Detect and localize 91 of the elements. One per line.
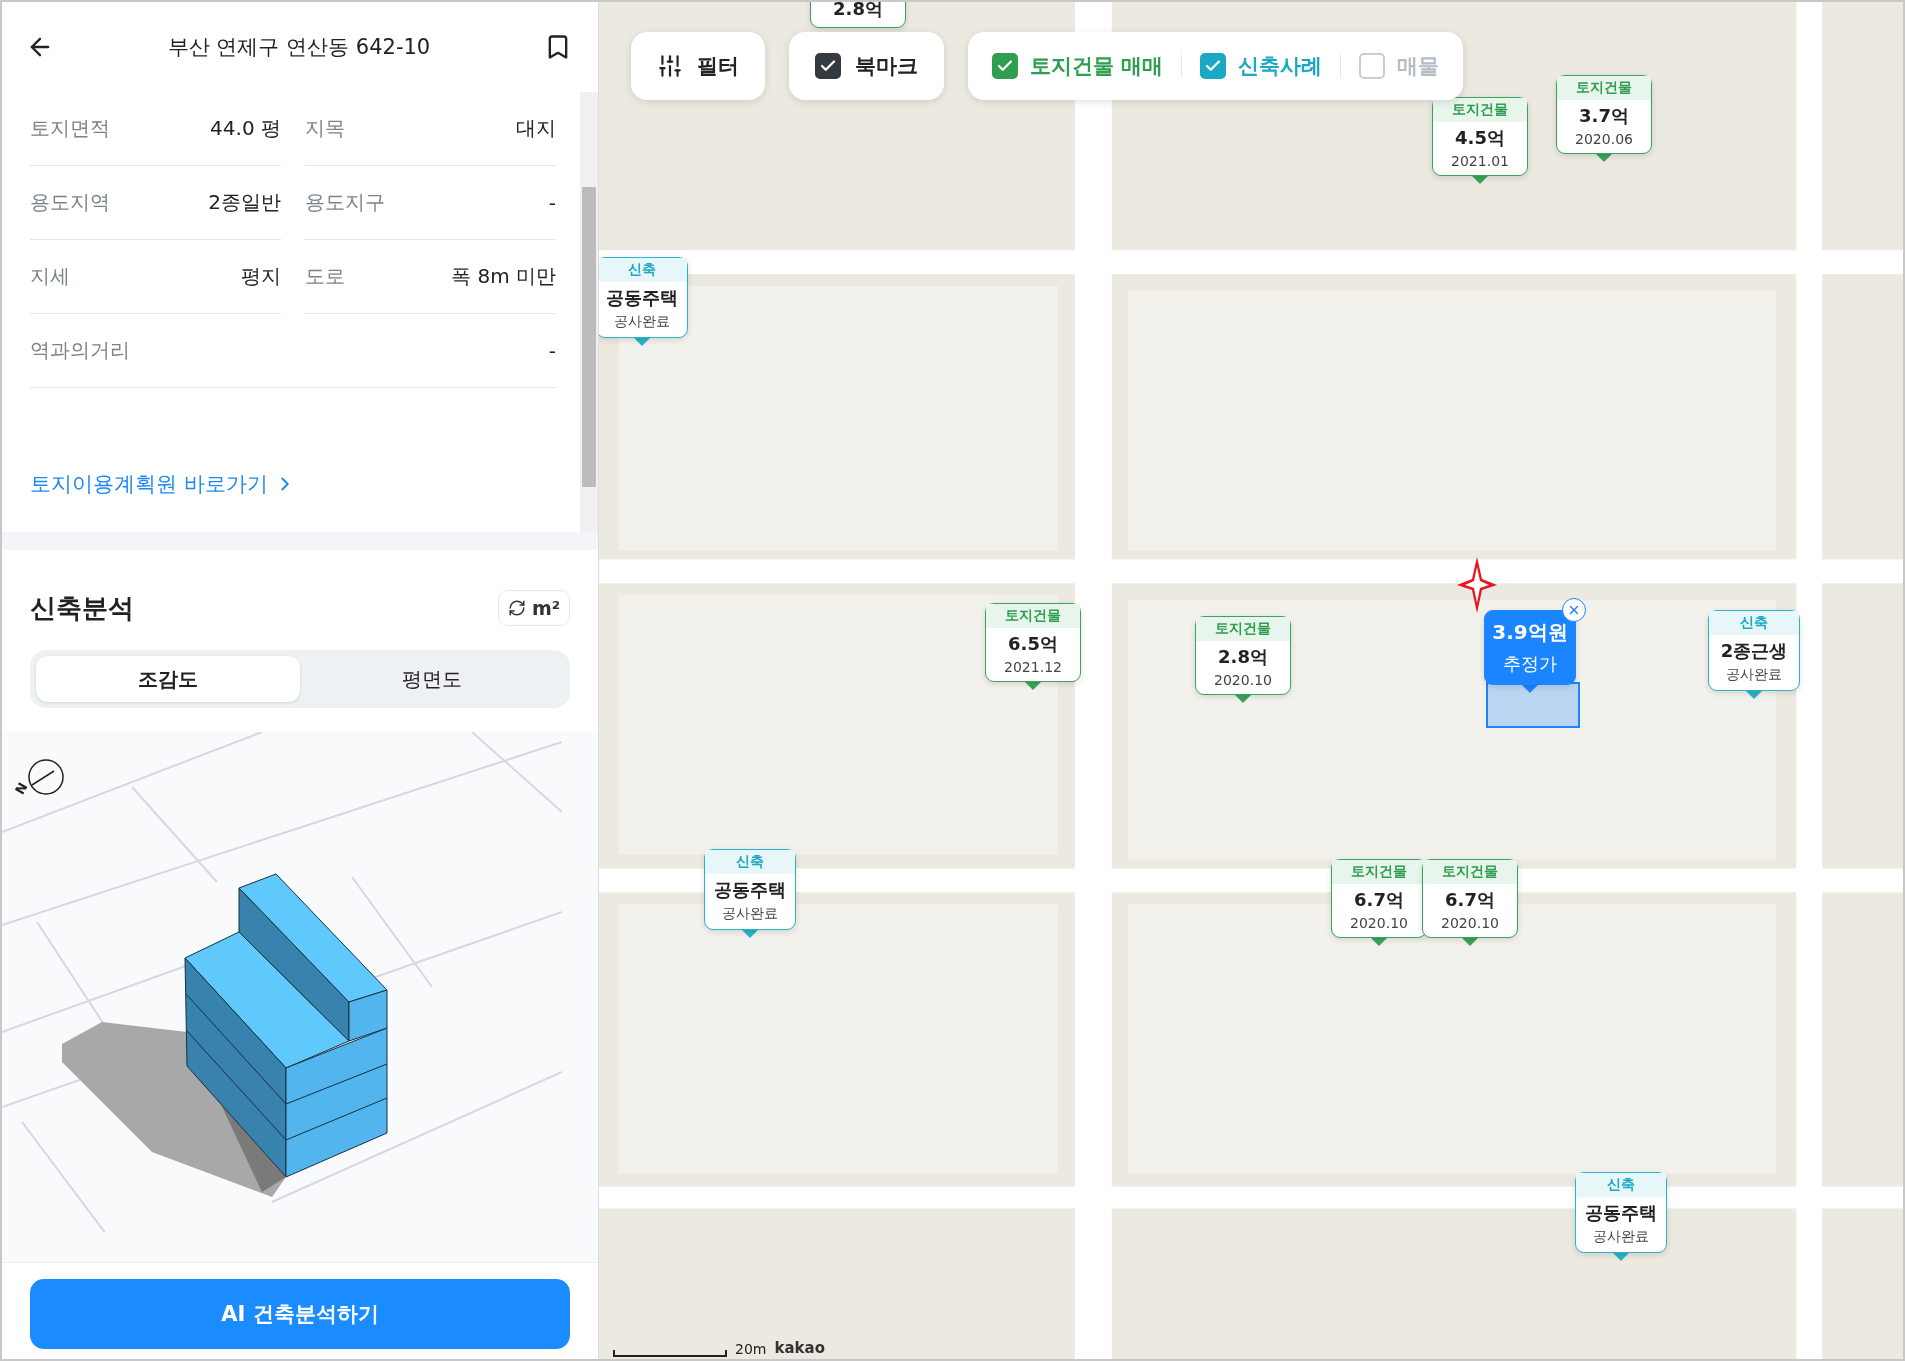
price-marker[interactable]: 토지건물 6.7억 2020.10 [1331, 859, 1427, 938]
marker-price: 2종근생 [1720, 639, 1788, 663]
marker-date: 공사완료 [614, 313, 670, 331]
info-value: 평지 [241, 263, 281, 290]
view-tab[interactable]: 조감도 [36, 656, 300, 702]
marker-price: 2.8억 [1218, 645, 1268, 669]
price-marker[interactable]: 신축 2종근생 공사완료 [1708, 610, 1800, 691]
marker-date: 2021.01 [1451, 153, 1509, 169]
marker-pointer [1745, 690, 1763, 699]
unit-toggle-button[interactable]: m² [497, 590, 570, 626]
marker-tag: 토지건물 [1423, 860, 1517, 884]
info-label: 지세 [30, 263, 70, 290]
close-icon [1567, 603, 1581, 617]
marker-date: 2020.10 [1214, 672, 1272, 688]
marker-price: 6.7억 [1354, 888, 1404, 912]
marker-price: 공동주택 [606, 286, 678, 310]
checkbox[interactable] [1200, 53, 1227, 79]
info-label: 용도지역 [30, 189, 110, 216]
info-value: - [548, 338, 556, 363]
price-marker[interactable]: 토지건물 6.7억 2020.10 [1422, 859, 1518, 938]
compass-label: N [12, 780, 31, 797]
marker-pointer [1521, 684, 1539, 693]
marker-price: 6.5억 [1008, 632, 1058, 656]
price-marker[interactable]: 신축 공동주택 공사완료 [599, 257, 688, 338]
marker-pointer [1612, 1252, 1630, 1261]
marker-price: 2.8억 [833, 2, 883, 21]
marker-pointer [633, 337, 651, 346]
refresh-icon [507, 599, 526, 617]
checkbox[interactable] [992, 53, 1018, 79]
marker-tag: 신축 [705, 850, 795, 874]
info-value: 폭 8m 미만 [451, 263, 556, 290]
filter-button[interactable]: 필터 [631, 32, 765, 100]
marker-date: 공사완료 [1726, 666, 1782, 684]
scale-label: 20m [735, 1341, 767, 1357]
marker-price: 4.5억 [1455, 126, 1505, 150]
marker-pointer [1461, 937, 1479, 946]
price-marker[interactable]: 토지건물 4.5억 2021.01 [1432, 97, 1528, 176]
marker-date: 2020.10 [1441, 915, 1499, 931]
price-marker[interactable]: 토지건물 2.8억 2020.10 [1195, 616, 1291, 695]
marker-pointer [1595, 153, 1613, 162]
marker-date: 공사완료 [722, 905, 778, 923]
scrollbar[interactable] [580, 92, 598, 532]
address-title: 부산 연제구 연산동 642-10 [167, 34, 431, 61]
price-marker[interactable]: 2.8억 [810, 2, 906, 28]
checkbox[interactable] [815, 53, 841, 79]
star-pin-icon [1457, 557, 1497, 613]
marker-date: 2020.10 [1350, 915, 1408, 931]
info-value: - [548, 190, 556, 215]
land-plan-link[interactable]: 토지이용계획원 바로가기 [30, 470, 580, 498]
marker-pointer [1234, 694, 1252, 703]
info-label: 역과의거리 [30, 337, 130, 364]
marker-price: 공동주택 [1585, 1201, 1657, 1225]
info-value: 대지 [516, 115, 556, 142]
estimate-label: 추정가 [1503, 652, 1557, 676]
sliders-icon [657, 53, 683, 79]
marker-tag: 신축 [1576, 1173, 1666, 1197]
marker-tag: 신축 [599, 258, 687, 282]
marker-date: 2021.12 [1004, 659, 1062, 675]
marker-date: 공사완료 [1593, 1228, 1649, 1246]
marker-price: 3.7억 [1579, 104, 1629, 128]
view-tab[interactable]: 평면도 [300, 656, 564, 702]
compass-icon [26, 758, 65, 796]
map-attribution: kakao [774, 1339, 825, 1357]
marker-tag: 토지건물 [1433, 98, 1527, 122]
section-title: 신축분석 [30, 591, 134, 625]
marker-tag: 신축 [1709, 611, 1799, 635]
marker-price: 6.7억 [1445, 888, 1495, 912]
price-marker[interactable]: 신축 공동주택 공사완료 [704, 849, 796, 930]
marker-tag: 토지건물 [1332, 860, 1426, 884]
marker-pointer [1370, 937, 1388, 946]
estimate-price: 3.9억원 [1492, 619, 1568, 646]
info-label: 용도지구 [305, 189, 385, 216]
info-value: 44.0 평 [210, 115, 281, 142]
marker-pointer [1471, 175, 1489, 184]
marker-pointer [1024, 681, 1042, 690]
marker-tag: 토지건물 [986, 604, 1080, 628]
info-label: 지목 [305, 115, 345, 142]
info-value: 2종일반 [208, 189, 281, 216]
marker-price: 공동주택 [714, 878, 786, 902]
marker-tag: 토지건물 [1196, 617, 1290, 641]
marker-tag: 토지건물 [1557, 76, 1651, 100]
estimate-marker[interactable]: 3.9억원 추정가 [1484, 610, 1576, 685]
info-label: 토지면적 [30, 115, 110, 142]
price-marker[interactable]: 신축 공동주택 공사완료 [1575, 1172, 1667, 1253]
price-marker[interactable]: 토지건물 3.7억 2020.06 [1556, 75, 1652, 154]
price-marker[interactable]: 토지건물 6.5억 2021.12 [985, 603, 1081, 682]
marker-date: 2020.06 [1575, 131, 1633, 147]
info-label: 도로 [305, 263, 345, 290]
selected-parcel[interactable] [1486, 682, 1580, 728]
marker-pointer [741, 929, 759, 938]
bookmark-toggle[interactable]: 북마크 [789, 32, 944, 100]
